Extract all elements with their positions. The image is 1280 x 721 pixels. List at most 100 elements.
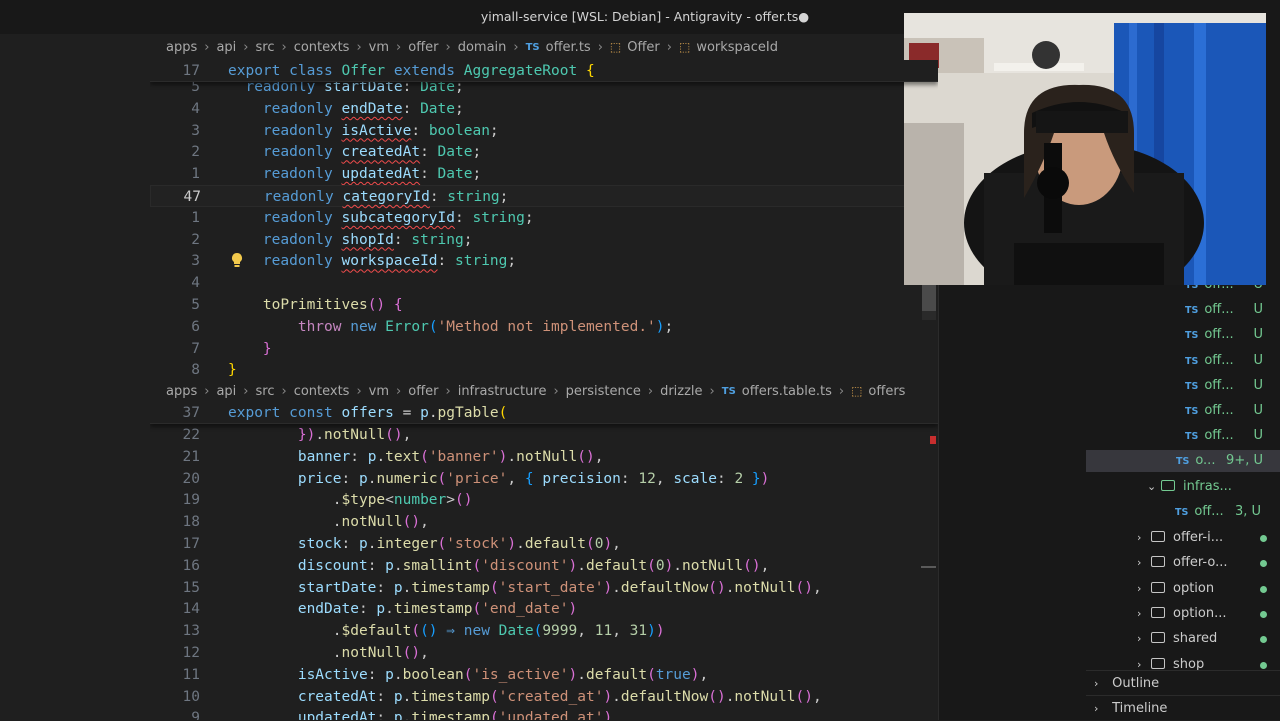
- code-token: 'price': [446, 470, 508, 487]
- explorer-file[interactable]: TS off... U: [1185, 375, 1263, 397]
- breadcrumb-item[interactable]: offer: [408, 40, 438, 55]
- code-line[interactable]: 22 }).notNull(),: [150, 424, 938, 446]
- breadcrumb-item[interactable]: src: [256, 384, 275, 399]
- code-line[interactable]: 21 banner: p.text('banner').notNull(),: [150, 446, 938, 468]
- code-token: (: [472, 557, 482, 574]
- code-token: :: [376, 579, 394, 596]
- code-line[interactable]: 9 updatedAt: p.timestamp('updated_at'): [150, 707, 938, 720]
- editor-offer-ts[interactable]: 17 export class Offer extends AggregateRo…: [150, 60, 938, 378]
- code-line[interactable]: 10 createdAt: p.timestamp('created_at').…: [150, 686, 938, 708]
- chevron-right-icon: ›: [513, 39, 519, 55]
- code-line[interactable]: 14 endDate: p.timestamp('end_date'): [150, 598, 938, 620]
- explorer-file[interactable]: TS off... U: [1185, 324, 1263, 346]
- breadcrumb-item[interactable]: api: [216, 384, 236, 399]
- git-status-badge: U: [1253, 377, 1263, 393]
- chevron-right-icon: ›: [1094, 702, 1099, 715]
- line-number: 15: [182, 579, 200, 596]
- explorer-folder[interactable]: › option...: [1137, 603, 1280, 625]
- breadcrumb-file[interactable]: TS offers.table.ts: [722, 384, 832, 399]
- breadcrumb-top: apps › api › src › contexts › vm › offer › domain › TS…: [150, 34, 938, 60]
- breadcrumb-item[interactable]: drizzle: [660, 384, 702, 399]
- code-line[interactable]: 17 stock: p.integer('stock').default(0),: [150, 533, 938, 555]
- code-line[interactable]: 15 startDate: p.timestamp('start_date').…: [150, 577, 938, 599]
- code-line[interactable]: 19 .$type<number>(): [150, 489, 938, 511]
- outline-panel-header[interactable]: › Outline: [1086, 670, 1280, 695]
- explorer-file-label: off...: [1204, 327, 1234, 343]
- code-line[interactable]: 12 .notNull(),: [150, 642, 938, 664]
- code-line[interactable]: 8}: [150, 359, 938, 378]
- chevron-right-icon: ›: [597, 39, 603, 55]
- explorer-folder[interactable]: › shared: [1137, 628, 1280, 650]
- code-line[interactable]: 4 readonly endDate: Date;: [150, 98, 938, 120]
- sticky-scroll-line[interactable]: 37 export const offers = p.pgTable(: [150, 402, 938, 424]
- breadcrumb-item[interactable]: infrastructure: [458, 384, 547, 399]
- code-line[interactable]: 18 .notNull(),: [150, 511, 938, 533]
- code-token: readonly: [263, 189, 343, 205]
- code-line[interactable]: 11 isActive: p.boolean('is_active').defa…: [150, 664, 938, 686]
- explorer-file[interactable]: TS off... U: [1185, 400, 1263, 422]
- code-text: readonly createdAt: Date;: [228, 141, 481, 163]
- explorer-folder[interactable]: › offer-o...: [1137, 552, 1280, 574]
- explorer-file[interactable]: TS off... U: [1185, 350, 1263, 372]
- code-token: (): [420, 623, 438, 640]
- code-token: ;: [499, 189, 509, 205]
- code-text: toPrimitives() {: [228, 294, 403, 316]
- code-text: endDate: p.timestamp('end_date'): [228, 598, 577, 620]
- code-line[interactable]: 13 .$default(() ⇒ new Date(9999, 11, 31)…: [150, 620, 938, 642]
- code-text: stock: p.integer('stock').default(0),: [228, 533, 621, 555]
- typescript-icon: TS: [1176, 456, 1190, 467]
- code-line[interactable]: 2 readonly shopId: string;: [150, 229, 938, 251]
- code-line[interactable]: 6 throw new Error('Method not implemente…: [150, 316, 938, 338]
- code-token: ,: [813, 688, 822, 705]
- explorer-file[interactable]: TS off... U: [1185, 425, 1263, 447]
- editor-top-scroll-thumb[interactable]: [922, 285, 936, 311]
- code-line[interactable]: 47 readonly categoryId: string;: [150, 185, 938, 207]
- breadcrumb-item[interactable]: offer: [408, 384, 438, 399]
- breadcrumb-item[interactable]: apps: [166, 40, 197, 55]
- sticky-scroll-line[interactable]: 17 export class Offer extends AggregateRo…: [150, 60, 938, 82]
- code-token: p: [420, 405, 429, 421]
- code-token: 'updated_at': [498, 710, 604, 720]
- editor-offers-table-ts[interactable]: 37 export const offers = p.pgTable(22 }).…: [150, 402, 938, 720]
- code-line[interactable]: 3 readonly isActive: boolean;: [150, 120, 938, 142]
- breadcrumb-item[interactable]: src: [256, 40, 275, 55]
- breadcrumb-symbol[interactable]: ⬚ workspaceId: [679, 40, 778, 55]
- explorer-active-file[interactable]: TS o... 9+, U: [1086, 450, 1280, 472]
- code-token: :: [350, 448, 368, 465]
- code-line[interactable]: 7 }: [150, 338, 938, 360]
- breadcrumb-item[interactable]: contexts: [294, 40, 350, 55]
- code-token: string: [411, 231, 464, 248]
- code-line[interactable]: 1 readonly updatedAt: Date;: [150, 163, 938, 185]
- code-line[interactable]: 5 toPrimitives() {: [150, 294, 938, 316]
- code-token: .: [228, 623, 342, 640]
- explorer-folder[interactable]: › option: [1137, 578, 1280, 600]
- code-line[interactable]: 2 readonly createdAt: Date;: [150, 141, 938, 163]
- code-text: discount: p.smallint('discount').default…: [228, 555, 770, 577]
- breadcrumb-item[interactable]: domain: [458, 40, 507, 55]
- code-line[interactable]: 3 readonly workspaceId: string;: [150, 250, 938, 272]
- code-token: Date: [498, 623, 534, 640]
- breadcrumb-symbol[interactable]: ⬚ offers: [851, 384, 905, 399]
- code-line[interactable]: 4: [150, 272, 938, 294]
- explorer-folder-infrastructure[interactable]: ⌄ infras...: [1147, 476, 1267, 498]
- scroll-marker: [921, 566, 936, 568]
- chevron-right-icon: ›: [445, 39, 451, 55]
- code-line[interactable]: 1 readonly subcategoryId: string;: [150, 207, 938, 229]
- breadcrumb-item[interactable]: apps: [166, 384, 197, 399]
- breadcrumb-item[interactable]: contexts: [294, 384, 350, 399]
- code-line[interactable]: 20 price: p.numeric('price', { precision…: [150, 468, 938, 490]
- timeline-panel-header[interactable]: › Timeline: [1086, 695, 1280, 720]
- code-line[interactable]: 16 discount: p.smallint('discount').defa…: [150, 555, 938, 577]
- explorer-file[interactable]: TS off... U: [1185, 299, 1263, 321]
- breadcrumb-item[interactable]: vm: [369, 40, 389, 55]
- breadcrumb-symbol[interactable]: ⬚ Offer: [610, 40, 660, 55]
- breadcrumb-item[interactable]: api: [216, 40, 236, 55]
- explorer-folder[interactable]: › offer-i...: [1137, 527, 1280, 549]
- breadcrumb-file[interactable]: TS offer.ts: [526, 40, 591, 55]
- lightbulb-icon[interactable]: [230, 252, 244, 268]
- explorer-file[interactable]: TS off... 3, U: [1175, 501, 1261, 523]
- code-token: (: [472, 601, 482, 618]
- breadcrumb-item[interactable]: persistence: [566, 384, 641, 399]
- breadcrumb-item[interactable]: vm: [369, 384, 389, 399]
